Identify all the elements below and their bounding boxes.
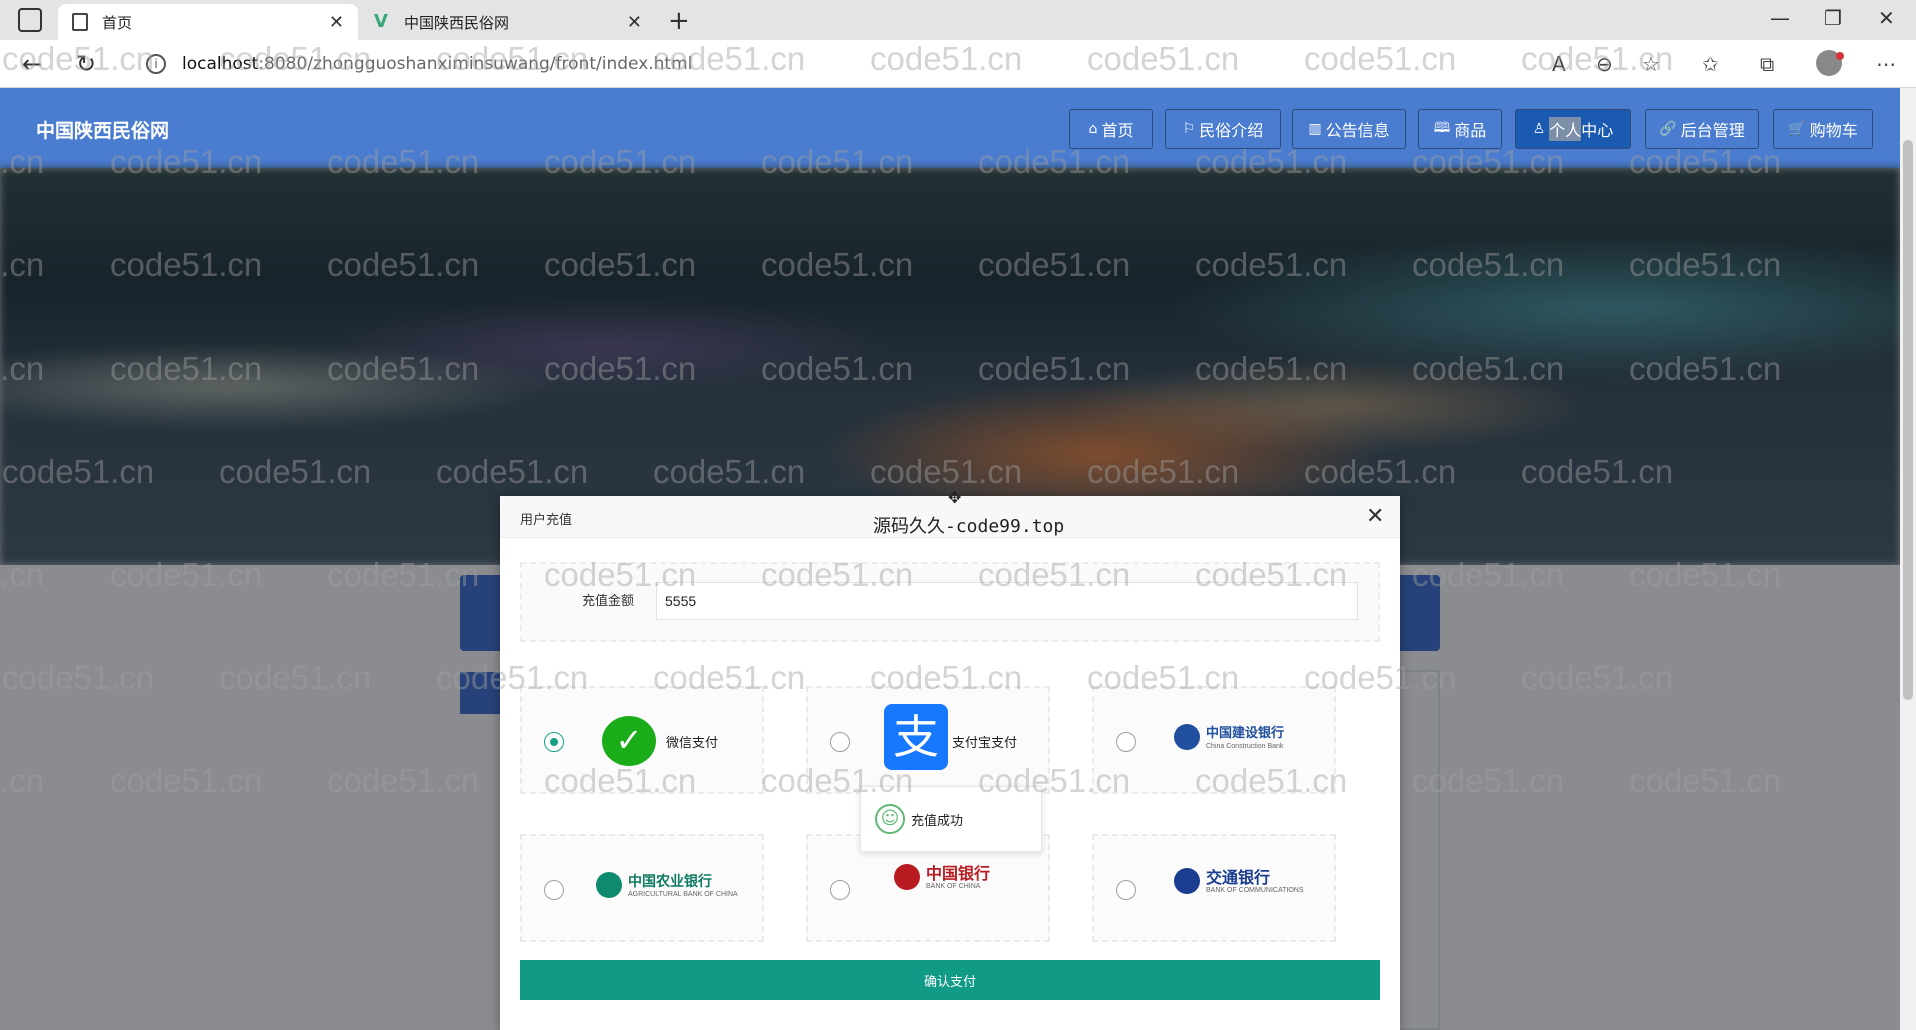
amount-section: 充值金额 <box>520 562 1380 642</box>
nav-notices[interactable]: ▥ 公告信息 <box>1292 109 1406 149</box>
boc-logo: 中国银行 BANK OF CHINA <box>894 864 990 890</box>
amount-input[interactable] <box>656 582 1358 620</box>
recharge-dialog: 用户充值 ✥ 源码久久-code99.top ✕ 充值金额 ✓ 微信支付 支 支… <box>500 488 1400 1030</box>
move-cursor-icon: ✥ <box>948 488 962 507</box>
dialog-title: 用户充值 <box>520 513 573 528</box>
url-host: localhost <box>182 54 259 74</box>
ccb-logo: 中国建设银行 China Construction Bank <box>1174 724 1284 750</box>
close-icon[interactable]: ✕ <box>329 12 344 33</box>
radio-bocom[interactable] <box>1116 880 1136 900</box>
bocom-mark-icon <box>1174 868 1200 894</box>
flag-icon: ⚐ <box>1182 121 1196 137</box>
alipay-icon: 支 <box>884 704 948 770</box>
close-icon[interactable]: ✕ <box>1366 504 1384 529</box>
abc-logo: 中国农业银行 AGRICULTURAL BANK OF CHINA <box>596 872 738 898</box>
overlay-watermark-text: 源码久久-code99.top <box>873 516 1065 537</box>
vue-icon: V <box>374 11 388 32</box>
nav-cart[interactable]: 🛒 购物车 <box>1773 109 1873 149</box>
tab-actions-icon[interactable] <box>18 8 42 32</box>
ccb-mark-icon <box>1174 724 1200 750</box>
content-tab <box>460 672 500 714</box>
cart-icon: 🛒 <box>1788 121 1806 137</box>
url-field[interactable]: i localhost:8080/zhongguoshanximinsuwang… <box>130 47 1690 81</box>
link-icon: 🔗 <box>1659 121 1677 137</box>
restore-icon[interactable]: ❐ <box>1824 6 1842 30</box>
user-icon: ♙ <box>1532 121 1546 137</box>
radio-ccb[interactable] <box>1116 732 1136 752</box>
pay-option-alipay[interactable]: 支 支付宝支付 <box>806 686 1050 794</box>
collections-icon[interactable]: ⧉ <box>1760 52 1774 76</box>
url-path: :8080/zhongguoshanximinsuwang/front/inde… <box>258 54 693 74</box>
pay-option-ccb[interactable]: 中国建设银行 China Construction Bank <box>1092 686 1336 794</box>
abc-mark-icon <box>596 872 622 898</box>
radio-boc[interactable] <box>830 880 850 900</box>
toast-text: 充值成功 <box>911 813 964 829</box>
home-icon: ⌂ <box>1088 121 1098 137</box>
bocom-logo: 交通银行 BANK OF COMMUNICATIONS <box>1174 868 1303 894</box>
minimize-icon[interactable]: — <box>1770 6 1790 30</box>
read-aloud-icon[interactable]: A <box>1552 52 1566 76</box>
amount-label: 充值金额 <box>582 594 635 609</box>
nav-admin[interactable]: 🔗 后台管理 <box>1645 109 1759 149</box>
refresh-icon[interactable]: ↻ <box>76 50 96 78</box>
site-header: 中国陕西民俗网 ⌂ 首页 ⚐ 民俗介绍 ▥ 公告信息 🕮 商品 ♙ 个人 中心 🔗 后台管理 … <box>0 88 1900 168</box>
new-tab-icon[interactable]: + <box>668 6 690 36</box>
info-icon[interactable]: i <box>146 54 166 74</box>
pay-option-wechat[interactable]: ✓ 微信支付 <box>520 686 764 794</box>
tab-title: 中国陕西民俗网 <box>404 13 510 32</box>
tab-site[interactable]: V 中国陕西民俗网 ✕ <box>360 4 656 40</box>
back-icon[interactable]: ← <box>22 50 42 78</box>
favorites-icon[interactable]: ✩ <box>1702 52 1719 76</box>
radio-wechat[interactable] <box>544 732 564 752</box>
pay-label: 支付宝支付 <box>952 736 1018 751</box>
selected-text: 个人 <box>1549 117 1582 141</box>
success-toast: ☺ 充值成功 <box>860 786 1042 852</box>
more-icon[interactable]: ⋯ <box>1876 52 1896 76</box>
boc-mark-icon <box>894 864 920 890</box>
zoom-out-icon[interactable]: ⊖ <box>1596 52 1613 76</box>
smile-icon: ☺ <box>875 804 905 834</box>
pay-option-bocom[interactable]: 交通银行 BANK OF COMMUNICATIONS <box>1092 834 1336 942</box>
page-icon <box>72 13 88 31</box>
site-title: 中国陕西民俗网 <box>36 120 170 142</box>
radio-alipay[interactable] <box>830 732 850 752</box>
dialog-header[interactable]: 用户充值 ✥ 源码久久-code99.top ✕ <box>500 488 1400 538</box>
nav-user-center[interactable]: ♙ 个人 中心 <box>1515 109 1631 149</box>
wechat-pay-icon: ✓ <box>602 716 656 766</box>
nav-folklore[interactable]: ⚐ 民俗介绍 <box>1165 109 1281 149</box>
scrollbar-thumb[interactable] <box>1903 140 1913 700</box>
book-icon: 🕮 <box>1433 120 1451 136</box>
close-icon[interactable]: ✕ <box>627 12 642 33</box>
pay-label: 微信支付 <box>666 736 719 751</box>
tab-title: 首页 <box>102 13 133 32</box>
favorite-add-icon[interactable]: ☆ <box>1642 52 1660 76</box>
confirm-pay-button[interactable]: 确认支付 <box>520 960 1380 1000</box>
window-close-icon[interactable]: ✕ <box>1878 6 1895 30</box>
tab-home[interactable]: 首页 ✕ <box>58 4 358 40</box>
radio-abc[interactable] <box>544 880 564 900</box>
notification-dot <box>1836 52 1844 60</box>
browser-tab-bar: 首页 ✕ V 中国陕西民俗网 ✕ + — ❐ ✕ <box>0 0 1916 40</box>
notice-icon: ▥ <box>1308 121 1322 137</box>
pay-option-abc[interactable]: 中国农业银行 AGRICULTURAL BANK OF CHINA <box>520 834 764 942</box>
nav-goods[interactable]: 🕮 商品 <box>1418 109 1502 149</box>
nav-home[interactable]: ⌂ 首页 <box>1069 109 1153 149</box>
address-bar: ← ↻ i localhost:8080/zhongguoshanximinsu… <box>0 40 1916 88</box>
